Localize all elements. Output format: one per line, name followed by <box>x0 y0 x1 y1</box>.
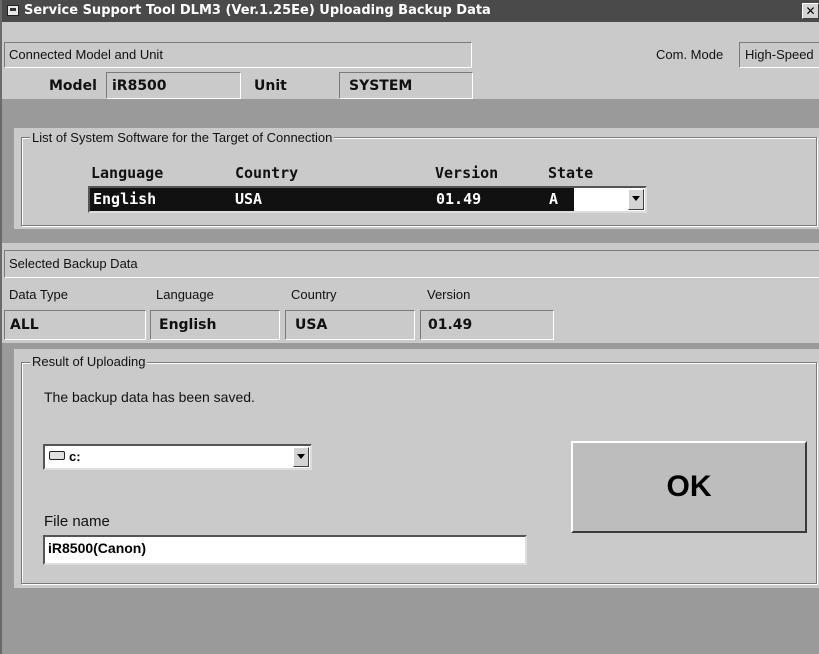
app-window: Service Support Tool DLM3 (Ver.1.25Ee) U… <box>0 0 819 654</box>
drive-value: c: <box>69 449 81 464</box>
title-bar[interactable]: Service Support Tool DLM3 (Ver.1.25Ee) U… <box>2 0 819 22</box>
file-name-input[interactable]: iR8500(Canon) <box>43 535 527 565</box>
backup-header-language: Language <box>156 287 214 302</box>
file-name-label: File name <box>44 513 110 530</box>
software-list-legend: List of System Software for the Target o… <box>30 130 335 145</box>
drive-select[interactable]: c: <box>43 444 312 470</box>
backup-header-country: Country <box>291 287 337 302</box>
result-message: The backup data has been saved. <box>44 389 255 405</box>
selected-country: USA <box>235 190 263 208</box>
column-header-country: Country <box>235 164 299 182</box>
backup-header-version: Version <box>427 287 471 302</box>
selected-language: English <box>93 190 157 208</box>
result-legend: Result of Uploading <box>30 354 148 369</box>
column-header-version: Version <box>435 164 499 182</box>
backup-version-value: 01.49 <box>428 317 473 333</box>
backup-section-label: Selected Backup Data <box>9 256 138 271</box>
software-dropdown-button[interactable] <box>628 189 644 210</box>
column-header-language: Language <box>91 164 164 182</box>
close-button[interactable]: ✕ <box>802 3 819 19</box>
com-mode-value: High-Speed <box>745 47 814 62</box>
backup-header-data-type: Data Type <box>9 287 69 302</box>
connected-section-label: Connected Model and Unit <box>9 47 163 62</box>
com-mode-label: Com. Mode <box>656 47 724 62</box>
selected-state: A <box>549 190 559 208</box>
drive-dropdown-button[interactable] <box>293 447 309 467</box>
model-label: Model <box>49 78 97 94</box>
app-icon <box>7 5 19 16</box>
selected-row-highlight <box>90 188 574 211</box>
model-value: iR8500 <box>112 78 167 94</box>
unit-label: Unit <box>254 78 287 94</box>
backup-data-type-value: ALL <box>10 317 39 333</box>
window-title: Service Support Tool DLM3 (Ver.1.25Ee) U… <box>24 3 491 18</box>
drive-icon <box>49 451 65 460</box>
backup-language-value: English <box>159 317 217 333</box>
column-header-state: State <box>548 164 594 182</box>
unit-value: SYSTEM <box>349 78 413 94</box>
selected-version: 01.49 <box>436 190 482 208</box>
software-select[interactable]: English USA 01.49 A <box>88 186 647 213</box>
ok-button[interactable]: OK <box>571 441 807 533</box>
backup-country-value: USA <box>295 317 328 333</box>
